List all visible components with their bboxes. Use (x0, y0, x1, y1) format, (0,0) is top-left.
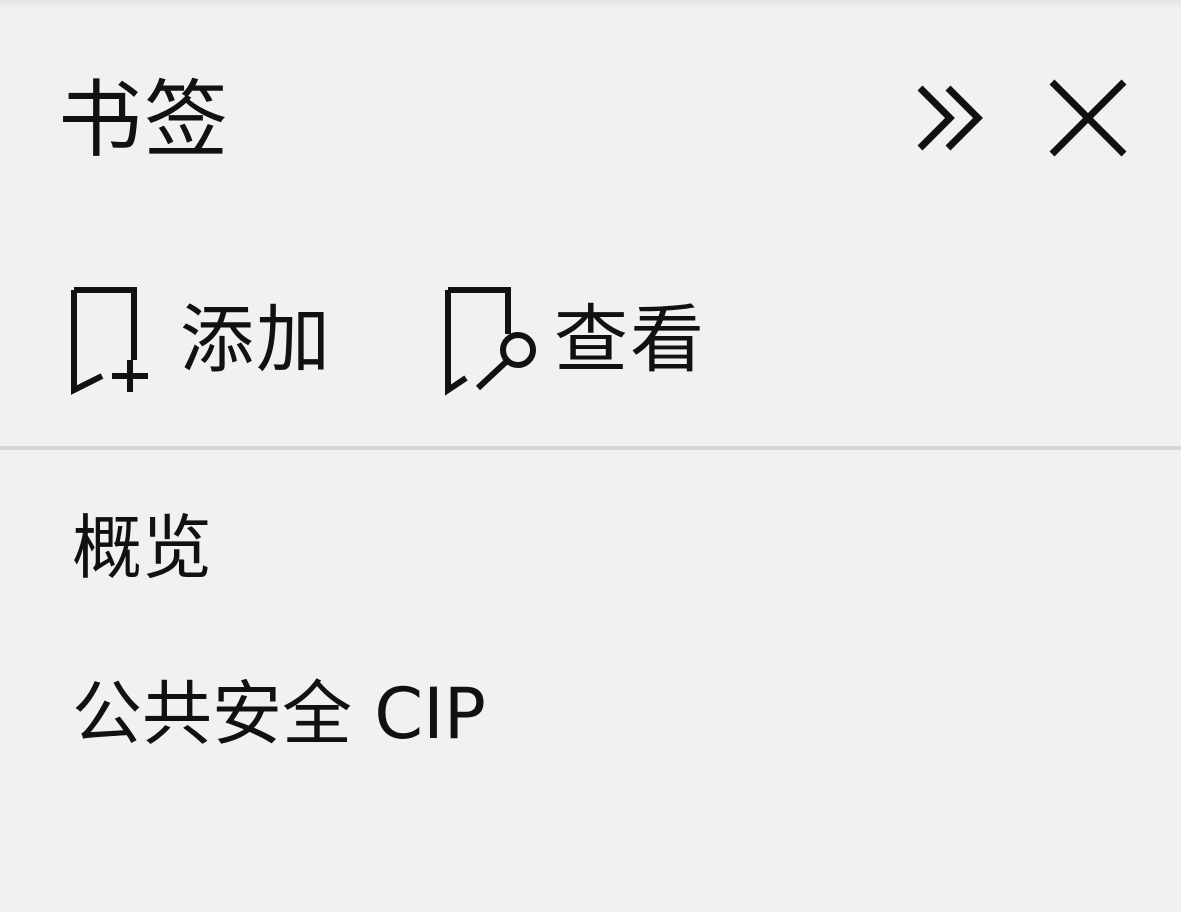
panel-title: 书签 (58, 71, 231, 169)
bookmark-item-overview[interactable]: 概览 (72, 506, 212, 590)
close-panel-button[interactable] (1042, 72, 1134, 164)
bookmark-add-icon (64, 280, 174, 400)
add-bookmark-label: 添加 (180, 297, 332, 383)
bookmarks-panel: 书签 添加 查看 概览 公共安全 CIP (0, 0, 1181, 912)
panel-top-edge (0, 0, 1181, 8)
add-bookmark-button[interactable]: 添加 (64, 280, 332, 400)
divider (0, 446, 1181, 450)
expand-panel-button[interactable] (906, 72, 998, 164)
bookmark-item-public-safety-cip[interactable]: 公共安全 CIP (72, 672, 486, 756)
bookmark-search-icon (438, 280, 548, 400)
double-chevron-right-icon (906, 72, 998, 164)
view-bookmarks-button[interactable]: 查看 (438, 280, 706, 400)
close-icon (1042, 72, 1134, 164)
view-bookmarks-label: 查看 (554, 297, 706, 383)
